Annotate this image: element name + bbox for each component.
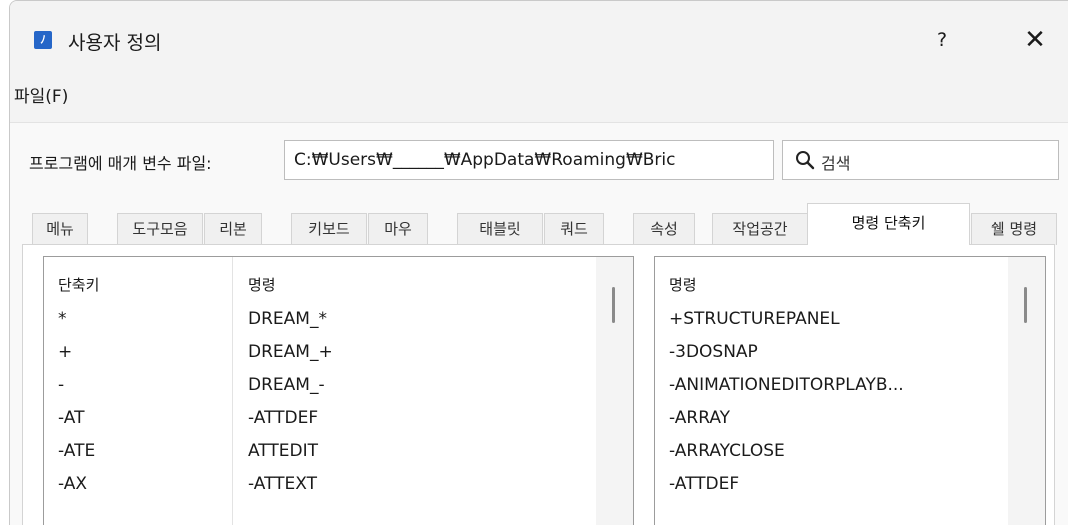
title-bar: ﾉ 사용자 정의 ? ✕: [10, 1, 1068, 71]
menu-bar: 파일(F): [10, 79, 1068, 109]
close-button[interactable]: ✕: [1020, 23, 1050, 57]
search-placeholder: 검색: [821, 154, 851, 173]
list-item[interactable]: +STRUCTUREPANEL: [669, 309, 840, 329]
command-cell[interactable]: DREAM_-: [248, 375, 325, 395]
command-list-scrollbar[interactable]: [1008, 257, 1045, 525]
column-header-command[interactable]: 명령: [248, 274, 276, 295]
tab-tablet[interactable]: 태블릿: [457, 213, 543, 245]
tab-workspaces[interactable]: 작업공간: [712, 213, 808, 245]
command-cell[interactable]: -ATTEXT: [248, 474, 317, 494]
command-cell[interactable]: DREAM_*: [248, 309, 327, 329]
alias-cell[interactable]: -: [58, 375, 64, 395]
scrollbar-thumb[interactable]: [1024, 287, 1027, 323]
search-input[interactable]: 검색: [782, 140, 1059, 180]
list-item[interactable]: -3DOSNAP: [669, 342, 758, 362]
column-header-alias[interactable]: 단축키: [58, 274, 99, 295]
dialog-title: 사용자 정의: [68, 32, 162, 54]
menu-file[interactable]: 파일(F): [14, 82, 68, 107]
command-cell[interactable]: DREAM_+: [248, 342, 333, 362]
alias-cell[interactable]: -AT: [58, 408, 84, 428]
tab-quad[interactable]: 쿼드: [544, 213, 604, 245]
path-label: 프로그램에 매개 변수 파일:: [29, 154, 212, 173]
command-list[interactable]: 명령 +STRUCTUREPANEL -3DOSNAP -ANIMATIONED…: [654, 256, 1046, 525]
app-icon: ﾉ: [34, 31, 52, 49]
tab-panel: 단축키 명령 * DREAM_* + DREAM_+ - DREAM_- -AT…: [22, 244, 1055, 525]
tab-keyboard[interactable]: 키보드: [291, 213, 367, 245]
list-item[interactable]: -ANIMATIONEDITORPLAYB...: [669, 375, 904, 395]
dialog-content: 프로그램에 매개 변수 파일: C:₩Users₩______₩AppData₩…: [10, 122, 1068, 525]
tab-menu[interactable]: 메뉴: [32, 213, 88, 245]
tab-command-aliases[interactable]: 명령 단축키: [807, 203, 970, 245]
list-item[interactable]: -ARRAYCLOSE: [669, 441, 785, 461]
alias-cell[interactable]: +: [58, 342, 72, 362]
help-button[interactable]: ?: [930, 25, 954, 55]
tab-shell-commands[interactable]: 쉘 명령: [971, 213, 1057, 245]
command-cell[interactable]: ATTEDIT: [248, 441, 318, 461]
column-header-command[interactable]: 명령: [669, 274, 697, 295]
search-icon: [796, 151, 815, 170]
alias-table[interactable]: 단축키 명령 * DREAM_* + DREAM_+ - DREAM_- -AT…: [43, 256, 634, 525]
tab-bar: 메뉴 도구모음 리본 키보드 마우 태블릿 쿼드 속성 작업공간 명령 단축키 …: [32, 203, 1057, 245]
command-cell[interactable]: -ATTDEF: [248, 408, 318, 428]
list-item[interactable]: -ARRAY: [669, 408, 730, 428]
column-divider: [232, 257, 233, 525]
alias-table-scrollbar[interactable]: [596, 257, 633, 525]
tab-ribbon[interactable]: 리본: [204, 213, 262, 245]
path-field[interactable]: C:₩Users₩______₩AppData₩Roaming₩Bric: [284, 140, 774, 180]
alias-cell[interactable]: *: [58, 309, 67, 329]
alias-cell[interactable]: -AX: [58, 474, 87, 494]
customize-dialog: ﾉ 사용자 정의 ? ✕ 파일(F) 프로그램에 매개 변수 파일: C:₩Us…: [9, 0, 1068, 525]
tab-mouse[interactable]: 마우: [368, 213, 428, 245]
alias-cell[interactable]: -ATE: [58, 441, 95, 461]
list-item[interactable]: -ATTDEF: [669, 474, 739, 494]
tab-toolbars[interactable]: 도구모음: [117, 213, 203, 245]
tab-properties[interactable]: 속성: [633, 213, 695, 245]
scrollbar-thumb[interactable]: [612, 287, 615, 323]
